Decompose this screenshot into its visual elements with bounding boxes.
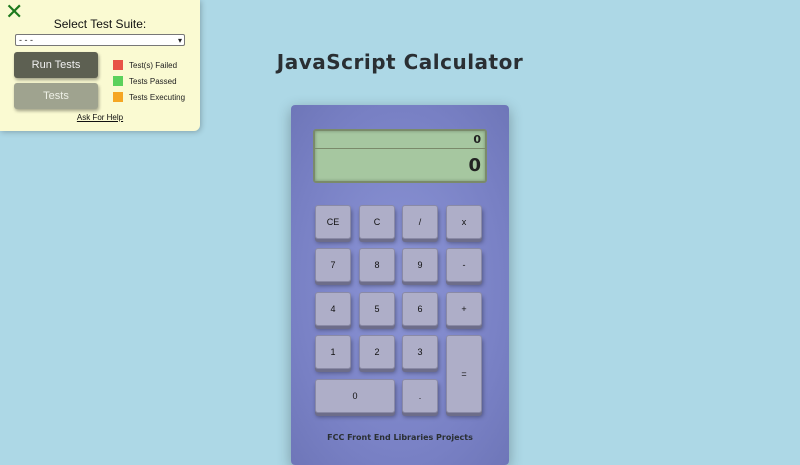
legend-passed: Tests Passed bbox=[113, 73, 185, 89]
subtract-button[interactable]: - bbox=[446, 248, 482, 282]
passed-swatch bbox=[113, 76, 123, 86]
test-suite-select[interactable]: - - - ▾ bbox=[15, 34, 185, 46]
chevron-down-icon: ▾ bbox=[177, 36, 182, 45]
clear-entry-button[interactable]: CE bbox=[315, 205, 351, 239]
decimal-button[interactable]: . bbox=[402, 379, 438, 413]
two-button[interactable]: 2 bbox=[359, 335, 395, 369]
page-title: JavaScript Calculator bbox=[276, 50, 524, 74]
calculator: 0 0 CE C / x 7 8 9 - 4 5 6 + 1 2 3 = 0 .… bbox=[291, 105, 509, 465]
output-display: 0 bbox=[468, 155, 481, 176]
legend-label: Tests Executing bbox=[129, 92, 186, 102]
multiply-button[interactable]: x bbox=[446, 205, 482, 239]
clear-button[interactable]: C bbox=[359, 205, 395, 239]
zero-button[interactable]: 0 bbox=[315, 379, 395, 413]
executing-swatch bbox=[113, 92, 123, 102]
tests-button[interactable]: Tests bbox=[14, 83, 98, 109]
seven-button[interactable]: 7 bbox=[315, 248, 351, 282]
divide-button[interactable]: / bbox=[402, 205, 438, 239]
suite-selected-value: - - - bbox=[19, 35, 33, 45]
legend-label: Tests Passed bbox=[129, 76, 177, 86]
legend-executing: Tests Executing bbox=[113, 89, 185, 105]
five-button[interactable]: 5 bbox=[359, 292, 395, 326]
eight-button[interactable]: 8 bbox=[359, 248, 395, 282]
three-button[interactable]: 3 bbox=[402, 335, 438, 369]
nine-button[interactable]: 9 bbox=[402, 248, 438, 282]
six-button[interactable]: 6 bbox=[402, 292, 438, 326]
equals-button[interactable]: = bbox=[446, 335, 482, 413]
suite-label: Select Test Suite: bbox=[53, 17, 147, 31]
formula-display: 0 bbox=[315, 131, 485, 149]
add-button[interactable]: + bbox=[446, 292, 482, 326]
ask-for-help-link[interactable]: Ask For Help bbox=[0, 113, 200, 122]
one-button[interactable]: 1 bbox=[315, 335, 351, 369]
four-button[interactable]: 4 bbox=[315, 292, 351, 326]
calculator-footer: FCC Front End Libraries Projects bbox=[327, 433, 473, 442]
calculator-display: 0 0 bbox=[313, 129, 487, 183]
